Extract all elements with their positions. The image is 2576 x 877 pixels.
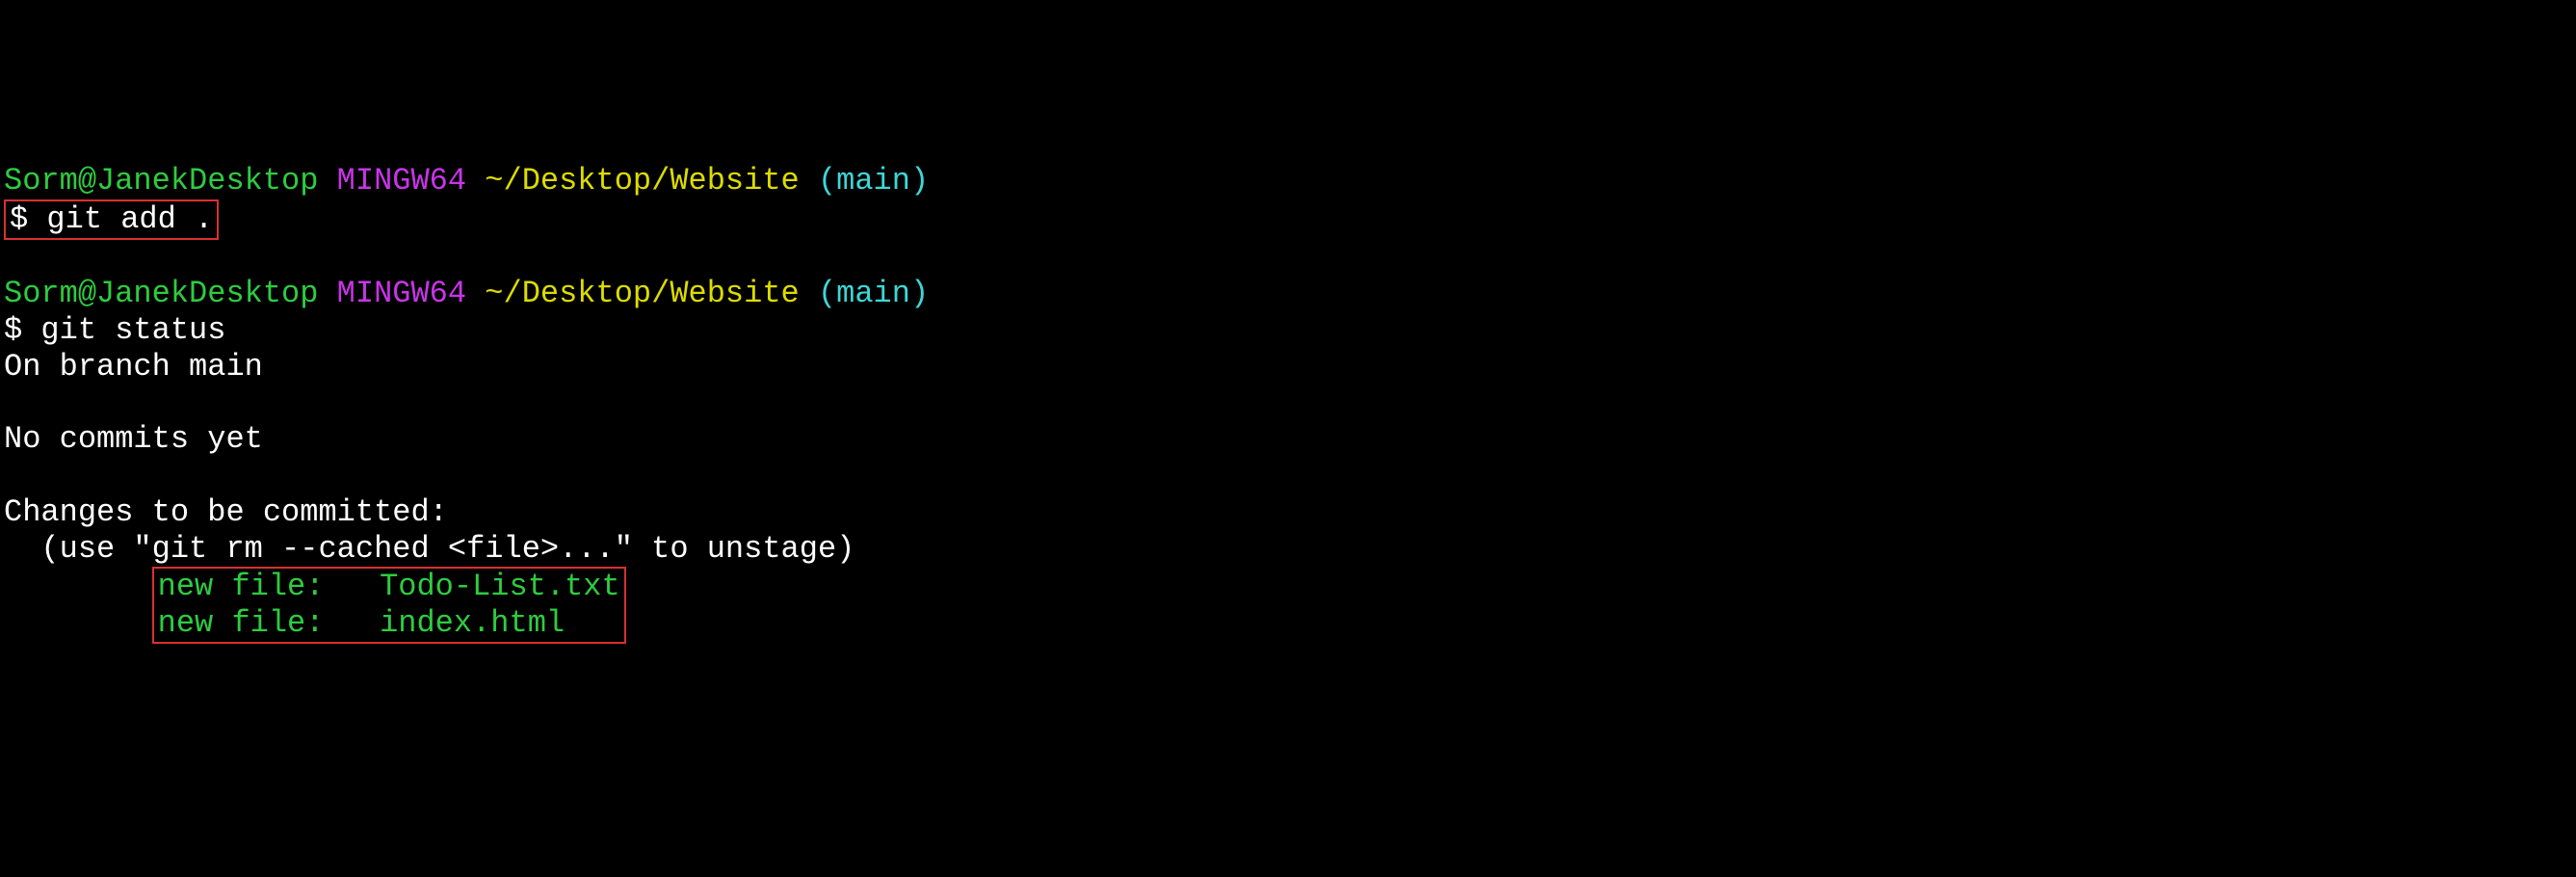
blank-line	[4, 385, 2572, 422]
unstage-hint: (use "git rm --cached <file>..." to unst…	[4, 531, 2572, 568]
prompt-user: Sorm@JanekDesktop	[4, 276, 318, 311]
prompt-user: Sorm@JanekDesktop	[4, 163, 318, 199]
blank-line	[4, 458, 2572, 494]
command-prefix: $	[10, 201, 46, 237]
prompt-line-2: Sorm@JanekDesktop MINGW64 ~/Desktop/Webs…	[4, 276, 2572, 312]
command-line-1[interactable]: $ git add .	[4, 199, 2572, 240]
commits-info: No commits yet	[4, 421, 2572, 458]
prompt-branch: (main)	[818, 276, 929, 311]
staged-file: new file: index.html	[158, 605, 565, 641]
changes-header: Changes to be committed:	[4, 494, 2572, 531]
prompt-path: ~/Desktop/Website	[485, 163, 799, 199]
prompt-mingw: MINGW64	[337, 163, 466, 199]
highlight-git-add: $ git add .	[4, 199, 219, 240]
prompt-line-1: Sorm@JanekDesktop MINGW64 ~/Desktop/Webs…	[4, 163, 2572, 199]
command-line-2[interactable]: $ git status	[4, 312, 2572, 349]
command-prefix: $	[4, 312, 40, 348]
prompt-path: ~/Desktop/Website	[485, 276, 799, 311]
command-text: git add .	[46, 201, 213, 237]
prompt-branch: (main)	[818, 163, 929, 199]
highlight-new-files: new file: Todo-List.txt new file: index.…	[152, 567, 626, 644]
command-text: git status	[40, 312, 225, 348]
staged-file: new file: Todo-List.txt	[158, 569, 620, 604]
prompt-mingw: MINGW64	[337, 276, 466, 311]
terminal-output: Sorm@JanekDesktop MINGW64 ~/Desktop/Webs…	[4, 163, 2572, 644]
branch-info: On branch main	[4, 349, 2572, 385]
staged-files-block: new file: Todo-List.txt new file: index.…	[4, 567, 2572, 644]
blank-line	[4, 240, 2572, 277]
